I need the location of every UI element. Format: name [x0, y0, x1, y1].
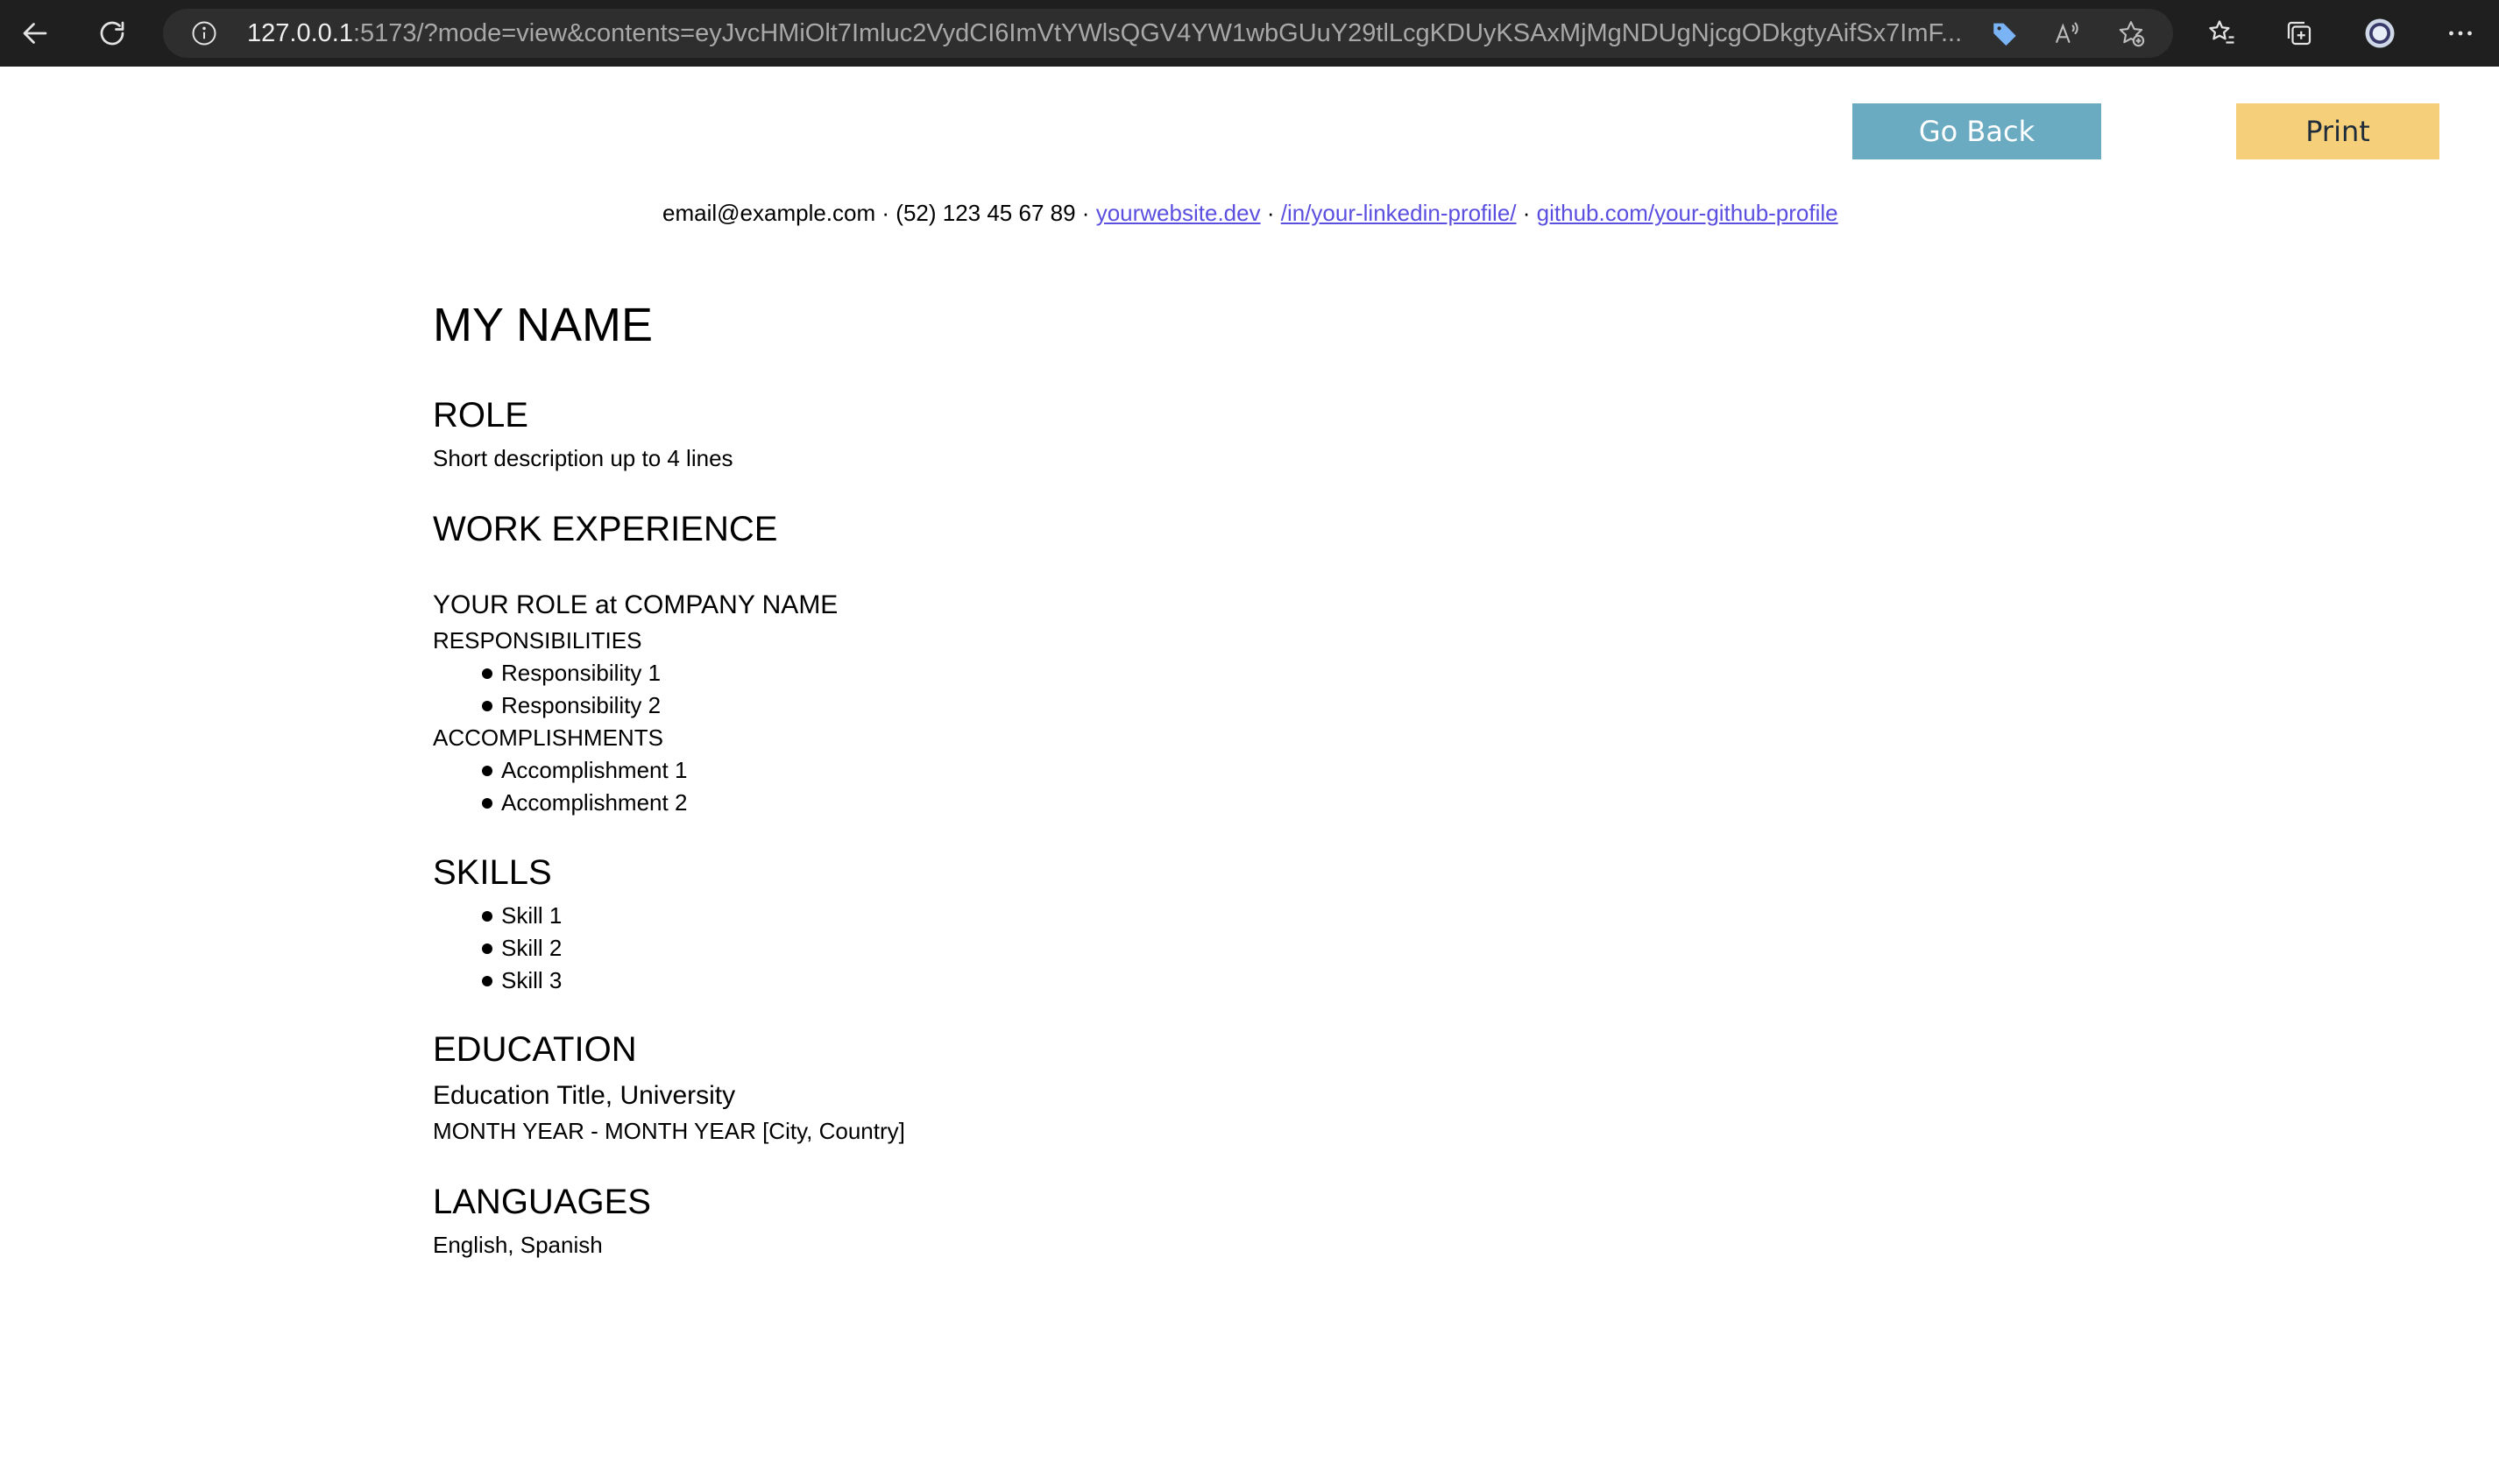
role-section-title: ROLE [433, 396, 528, 435]
website-link[interactable]: yourwebsite.dev [1096, 200, 1261, 226]
accomplishment-text: Accomplishment 2 [501, 789, 688, 816]
accomplishments-label: ACCOMPLISHMENTS [433, 724, 663, 751]
collections-icon[interactable] [2276, 11, 2322, 56]
work-section-title: WORK EXPERIENCE [433, 510, 778, 548]
print-button[interactable]: Print [2236, 103, 2439, 159]
responsibility-text: Responsibility 2 [501, 692, 662, 718]
skills-section-title: SKILLS [433, 853, 552, 892]
contact-email: email@example.com [662, 200, 876, 226]
skill-text: Skill 3 [501, 967, 563, 993]
contact-phone: (52) 123 45 67 89 [896, 200, 1076, 226]
list-item: Skill 2 [482, 935, 562, 962]
linkedin-link[interactable]: /in/your-linkedin-profile/ [1281, 200, 1517, 226]
read-aloud-icon[interactable] [2052, 18, 2084, 49]
separator: · [1522, 200, 1531, 226]
skill-text: Skill 1 [501, 902, 563, 929]
languages-text: English, Spanish [433, 1232, 603, 1258]
address-bar[interactable]: 127.0.0.1:5173/?mode=view&contents=eyJvc… [163, 9, 2173, 58]
education-section-title: EDUCATION [433, 1030, 637, 1069]
list-item: Skill 1 [482, 902, 562, 929]
list-item: Accomplishment 2 [482, 789, 687, 816]
url-host: 127.0.0.1 [247, 19, 353, 47]
site-info-icon[interactable] [191, 20, 217, 46]
back-arrow-icon[interactable] [12, 11, 58, 56]
go-back-button[interactable]: Go Back [1852, 103, 2101, 159]
github-link[interactable]: github.com/your-github-profile [1537, 200, 1838, 226]
education-dates: MONTH YEAR - MONTH YEAR [City, Country] [433, 1118, 905, 1144]
responsibility-text: Responsibility 1 [501, 660, 662, 686]
job-heading: YOUR ROLE at COMPANY NAME [433, 590, 839, 619]
list-item: Accomplishment 1 [482, 757, 687, 784]
page-content: Go Back Print email@example.com · (52) 1… [0, 67, 2499, 1484]
list-item: Responsibility 1 [482, 660, 661, 687]
resume-name: MY NAME [433, 299, 654, 351]
role-description: Short description up to 4 lines [433, 445, 733, 471]
reload-icon[interactable] [89, 11, 135, 56]
separator: · [881, 200, 890, 226]
browser-toolbar: 127.0.0.1:5173/?mode=view&contents=eyJvc… [0, 0, 2499, 67]
favorites-icon[interactable] [2199, 11, 2245, 56]
skill-text: Skill 2 [501, 935, 563, 961]
profile-avatar-icon[interactable] [2357, 11, 2403, 56]
more-menu-icon[interactable] [2438, 11, 2483, 56]
url-text[interactable]: 127.0.0.1:5173/?mode=view&contents=eyJvc… [247, 9, 2026, 58]
separator: · [1266, 200, 1275, 226]
education-heading: Education Title, University [433, 1081, 736, 1110]
responsibilities-label: RESPONSIBILITIES [433, 627, 642, 654]
accomplishment-text: Accomplishment 1 [501, 757, 688, 783]
list-item: Responsibility 2 [482, 692, 661, 719]
url-path: :5173/?mode=view&contents=eyJvcHMiOlt7Im… [352, 19, 1963, 47]
separator: · [1081, 200, 1090, 226]
add-favorite-icon[interactable] [2115, 18, 2147, 49]
price-tag-icon[interactable] [1989, 18, 2021, 49]
languages-section-title: LANGUAGES [433, 1183, 651, 1221]
list-item: Skill 3 [482, 967, 562, 994]
